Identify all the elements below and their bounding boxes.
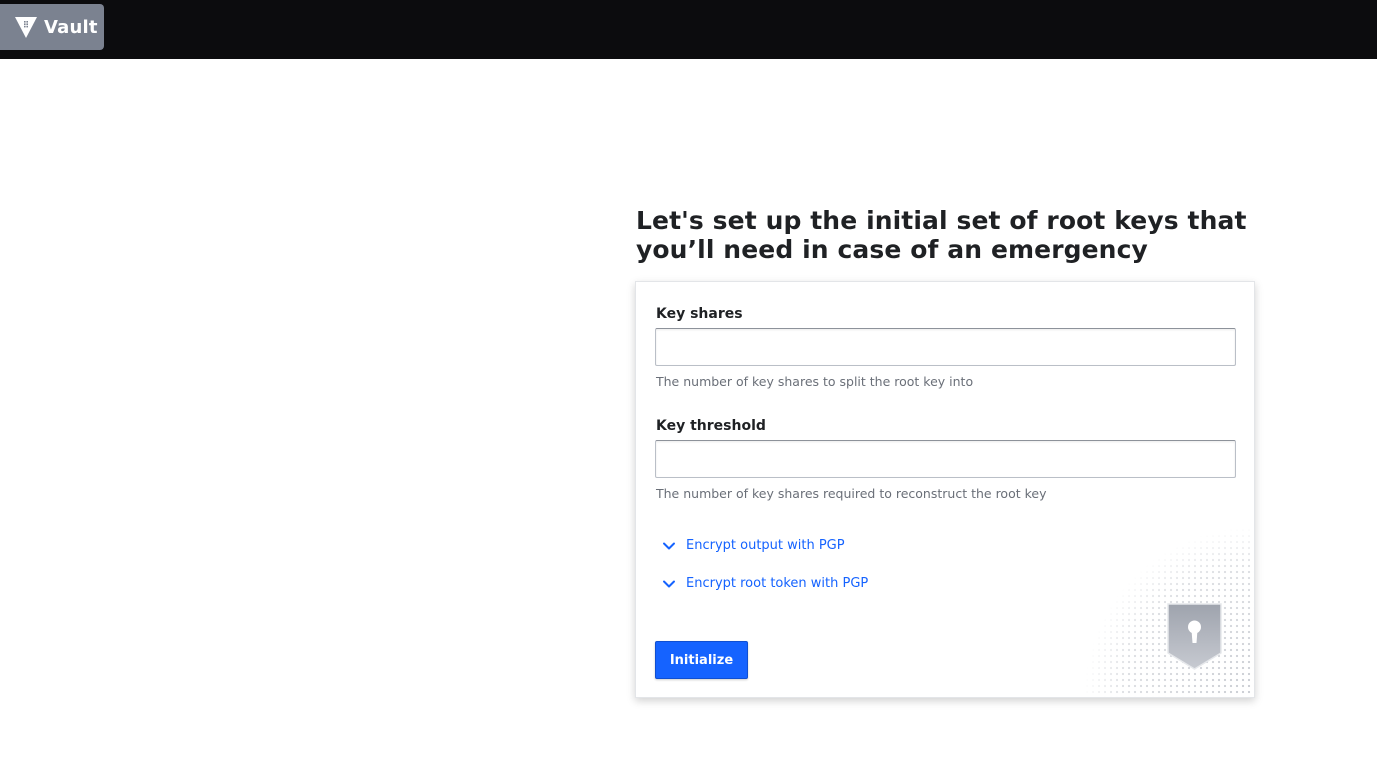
key-shares-label: Key shares xyxy=(656,306,743,322)
toggle-label: Encrypt output with PGP xyxy=(686,538,845,553)
init-form-card: Key shares The number of key shares to s… xyxy=(635,281,1255,698)
brand-label: Vault xyxy=(44,16,98,38)
top-nav-bar: Vault xyxy=(0,0,1377,59)
toggle-label: Encrypt root token with PGP xyxy=(686,576,869,591)
initialize-button[interactable]: Initialize xyxy=(655,641,748,679)
toggle-encrypt-output-pgp[interactable]: Encrypt output with PGP xyxy=(662,538,845,553)
key-threshold-help: The number of key shares required to rec… xyxy=(656,486,1047,501)
page-title: Let's set up the initial set of root key… xyxy=(636,206,1247,264)
toggle-encrypt-root-token-pgp[interactable]: Encrypt root token with PGP xyxy=(662,576,868,591)
key-threshold-label: Key threshold xyxy=(656,418,766,434)
key-threshold-input[interactable] xyxy=(655,440,1236,478)
chevron-down-icon xyxy=(663,580,675,587)
chevron-down-icon xyxy=(663,542,675,549)
vault-home-link[interactable]: Vault xyxy=(0,4,104,50)
vault-triangle-icon xyxy=(15,17,37,38)
key-shares-input[interactable] xyxy=(655,328,1236,366)
keyhole-shield-icon xyxy=(1084,527,1254,697)
key-shares-help: The number of key shares to split the ro… xyxy=(656,374,974,389)
